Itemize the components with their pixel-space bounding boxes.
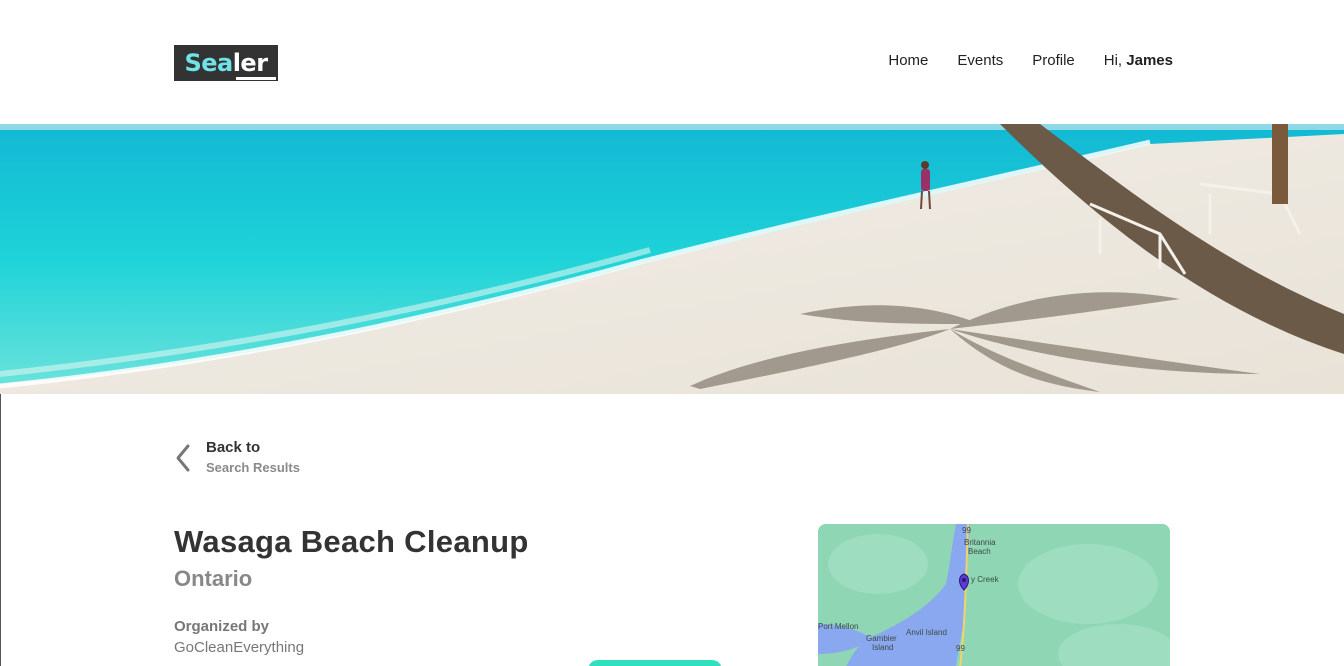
logo-text: Sealer	[184, 49, 277, 80]
map-label-britannia-1: Britannia	[964, 538, 996, 547]
back-link-line2: Search Results	[206, 460, 300, 475]
event-location-map[interactable]: 99 Britannia Beach y Creek Port Mellon G…	[818, 524, 1170, 666]
nav-events[interactable]: Events	[957, 52, 1003, 69]
logo-underline	[236, 77, 277, 80]
main-nav: Home Events Profile Hi, James	[888, 52, 1173, 69]
greeting-text: Hi,	[1103, 52, 1123, 69]
map-label-port-mellon: Port Mellon	[818, 622, 859, 631]
map-label-creek: y Creek	[971, 575, 999, 584]
map-label-gambier-2: Island	[872, 643, 894, 652]
map-label-gambier-1: Gambier	[866, 634, 897, 643]
map-label-britannia-2: Beach	[968, 547, 991, 556]
back-link-line1: Back to	[206, 439, 261, 456]
map-label-hwy-top: 99	[962, 526, 971, 535]
sealer-logo[interactable]: Sealer	[174, 45, 278, 81]
organizer-name[interactable]: GoCleanEverything	[174, 639, 304, 656]
user-name: James	[1126, 52, 1173, 69]
logo-text-sea: Sea	[184, 49, 233, 77]
logo-text-ler: ler	[232, 49, 268, 77]
event-title: Wasaga Beach Cleanup	[174, 524, 529, 559]
nav-profile[interactable]: Profile	[1032, 52, 1075, 69]
site-header: Sealer Home Events Profile Hi, James	[0, 0, 1344, 124]
back-link-text: Back to Search Results	[206, 439, 300, 479]
organized-by-label: Organized by	[174, 618, 270, 635]
back-to-search-link[interactable]: Back to Search Results	[174, 439, 300, 479]
map-label-hwy-bottom: 99	[956, 644, 965, 653]
user-greeting[interactable]: Hi, James	[1104, 52, 1173, 69]
chevron-left-icon	[176, 444, 190, 472]
nav-home[interactable]: Home	[888, 52, 928, 69]
join-event-button[interactable]	[588, 660, 722, 666]
event-region: Ontario	[174, 566, 253, 591]
hero-beach-image	[0, 124, 1344, 394]
map-label-anvil: Anvil Island	[906, 628, 947, 637]
